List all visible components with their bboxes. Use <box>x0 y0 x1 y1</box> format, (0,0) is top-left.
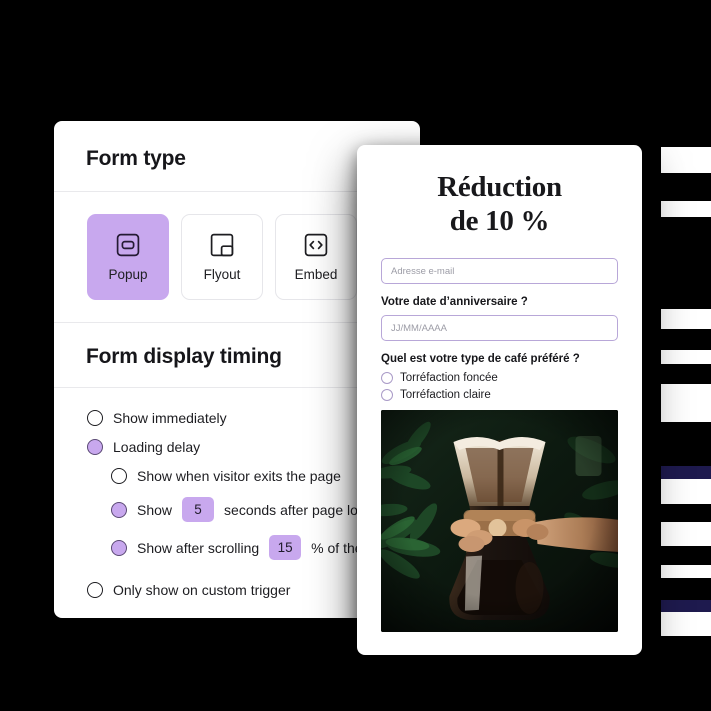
sliver-band <box>661 309 711 329</box>
embed-icon <box>303 232 329 258</box>
option-label: Show when visitor exits the page <box>137 468 341 484</box>
birthday-question-label: Votre date d’anniversaire ? <box>381 296 528 309</box>
coffee-option-dark-roast[interactable]: Torréfaction foncée <box>381 372 618 385</box>
scroll-percent-input[interactable]: 15 <box>269 535 302 560</box>
form-type-tile-popup[interactable]: Popup <box>87 214 169 300</box>
coffee-option-label: Torréfaction foncée <box>400 372 498 385</box>
screenshot-stage: Form type Popup Flyout Embed Form displa… <box>0 0 711 711</box>
sliver-band <box>661 201 711 217</box>
radio-icon[interactable] <box>111 468 127 484</box>
form-type-tile-label: Embed <box>294 267 338 282</box>
sliver-band <box>661 384 711 422</box>
option-label-suffix: seconds after page load <box>224 501 374 518</box>
option-label-prefix: Show after scrolling <box>137 539 260 556</box>
chemex-coffee-photo <box>381 410 618 633</box>
sliver-band <box>661 479 711 504</box>
seconds-delay-input[interactable]: 5 <box>182 497 215 522</box>
radio-icon[interactable] <box>111 501 127 518</box>
promo-title-line1: Réduction <box>437 171 562 203</box>
coffee-option-light-roast[interactable]: Torréfaction claire <box>381 389 618 402</box>
radio-icon[interactable] <box>87 410 103 426</box>
form-type-tile-label: Popup <box>108 267 148 282</box>
sliver-band <box>661 147 711 173</box>
radio-icon[interactable] <box>87 582 103 598</box>
radio-icon[interactable] <box>381 372 393 385</box>
option-label-prefix: Show <box>137 501 173 518</box>
form-type-tile-label: Flyout <box>203 267 241 282</box>
coffee-question-label: Quel est votre type de café préféré ? <box>381 353 580 366</box>
flyout-icon <box>209 232 235 258</box>
radio-icon[interactable] <box>381 389 393 402</box>
sliver-band <box>661 522 711 546</box>
promo-title-line2: de 10 % <box>449 204 550 237</box>
form-type-heading: Form type <box>86 147 186 170</box>
popup-preview-card: Réduction de 10 % Adresse e-mail Votre d… <box>357 145 642 655</box>
partial-card-right[interactable] <box>661 141 711 641</box>
promo-title: Réduction de 10 % <box>381 171 618 238</box>
birthday-field[interactable]: JJ/MM/AAAA <box>381 315 618 342</box>
email-field[interactable]: Adresse e-mail <box>381 258 618 285</box>
radio-icon-selected[interactable] <box>87 439 103 455</box>
display-timing-heading: Form display timing <box>86 345 282 368</box>
option-label: Loading delay <box>113 439 201 455</box>
form-type-tile-flyout[interactable]: Flyout <box>181 214 263 300</box>
option-label: Only show on custom trigger <box>113 582 291 598</box>
popup-icon <box>115 232 141 258</box>
sliver-band <box>661 612 711 636</box>
sliver-band-navy <box>661 600 711 612</box>
sliver-band <box>661 350 711 364</box>
option-label: Show immediately <box>113 410 227 426</box>
coffee-option-label: Torréfaction claire <box>400 389 491 402</box>
radio-icon[interactable] <box>111 539 127 556</box>
sliver-band-navy <box>661 466 711 479</box>
form-type-tile-embed[interactable]: Embed <box>275 214 357 300</box>
sliver-band <box>661 565 711 578</box>
